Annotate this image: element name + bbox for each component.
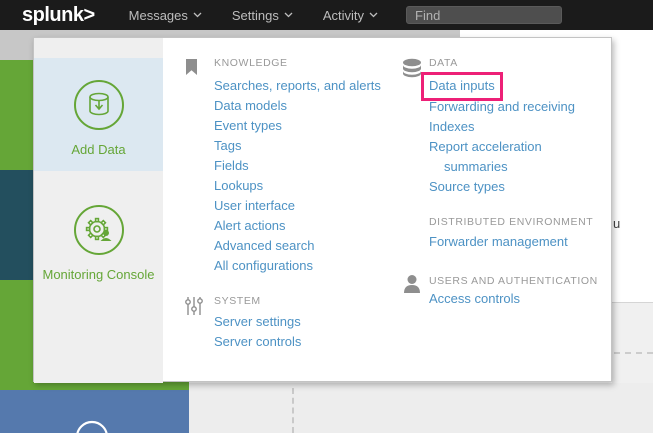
dashed-divider-horizontal bbox=[614, 352, 653, 354]
bookmark-icon bbox=[185, 59, 198, 76]
menu-item-server-settings[interactable]: Server settings bbox=[214, 312, 301, 332]
nav-settings-label: Settings bbox=[232, 8, 279, 23]
menu-item-user-interface[interactable]: User interface bbox=[214, 196, 381, 216]
page-bottom-area bbox=[189, 383, 653, 433]
menu-item-searches-reports-alerts[interactable]: Searches, reports, and alerts bbox=[214, 76, 381, 96]
data-inputs-label: Data inputs bbox=[429, 78, 495, 93]
menu-item-advanced-search[interactable]: Advanced search bbox=[214, 236, 381, 256]
page-tile-green-bottom bbox=[0, 280, 33, 383]
add-data-label: Add Data bbox=[71, 142, 125, 157]
menu-item-alert-actions[interactable]: Alert actions bbox=[214, 216, 381, 236]
section-header-users-authentication: USERS AND AUTHENTICATION bbox=[429, 273, 598, 289]
nav-activity[interactable]: Activity bbox=[323, 8, 378, 23]
database-icon bbox=[401, 58, 423, 78]
menu-item-event-types[interactable]: Event types bbox=[214, 116, 381, 136]
add-data-tile[interactable]: Add Data bbox=[34, 58, 163, 171]
splunk-logo[interactable]: splunk> bbox=[22, 4, 95, 27]
find-input[interactable] bbox=[406, 6, 562, 24]
page-tile-green-band bbox=[0, 382, 189, 390]
nav-settings[interactable]: Settings bbox=[232, 8, 293, 23]
tile-column-header bbox=[34, 38, 163, 58]
menu-item-report-acceleration-summaries[interactable]: Report acceleration summaries bbox=[429, 137, 545, 177]
settings-dropdown-menu: Add Data Monitoring C bbox=[33, 37, 612, 382]
page-tile-green-top bbox=[0, 60, 33, 170]
menu-item-fields[interactable]: Fields bbox=[214, 156, 381, 176]
menu-item-access-controls[interactable]: Access controls bbox=[429, 289, 520, 309]
headset-icon bbox=[60, 416, 130, 433]
menu-item-all-configurations[interactable]: All configurations bbox=[214, 256, 381, 276]
monitoring-console-label: Monitoring Console bbox=[42, 267, 154, 282]
menu-item-server-controls[interactable]: Server controls bbox=[214, 332, 301, 352]
menu-item-indexes[interactable]: Indexes bbox=[429, 117, 575, 137]
nav-activity-label: Activity bbox=[323, 8, 364, 23]
dashed-divider-vertical bbox=[292, 388, 294, 433]
page-right-area bbox=[612, 30, 653, 302]
page-tile-blue bbox=[0, 390, 189, 433]
add-data-icon bbox=[73, 79, 125, 131]
section-header-data: DATA bbox=[429, 55, 458, 71]
section-header-system: SYSTEM bbox=[214, 293, 261, 309]
menu-item-source-types[interactable]: Source types bbox=[429, 177, 575, 197]
chevron-down-icon bbox=[369, 12, 378, 18]
user-icon bbox=[403, 274, 421, 293]
menu-item-forwarding-receiving[interactable]: Forwarding and receiving bbox=[429, 97, 575, 117]
monitoring-console-tile[interactable]: Monitoring Console bbox=[34, 171, 163, 383]
chevron-down-icon bbox=[284, 12, 293, 18]
section-header-distributed-environment: DISTRIBUTED ENVIRONMENT bbox=[429, 214, 593, 230]
menu-item-tags[interactable]: Tags bbox=[214, 136, 381, 156]
obscured-page-text: u bbox=[613, 216, 620, 231]
page-right-panel bbox=[612, 302, 653, 383]
menu-item-data-models[interactable]: Data models bbox=[214, 96, 381, 116]
monitoring-console-icon bbox=[73, 204, 125, 256]
page-secondary-bar-left bbox=[0, 39, 33, 60]
sliders-icon bbox=[184, 296, 204, 316]
top-nav-bar: splunk> Messages Settings Activity bbox=[0, 0, 653, 30]
menu-item-data-inputs[interactable]: Data inputs bbox=[429, 76, 575, 97]
nav-messages[interactable]: Messages bbox=[129, 8, 202, 23]
chevron-down-icon bbox=[193, 12, 202, 18]
menu-item-lookups[interactable]: Lookups bbox=[214, 176, 381, 196]
nav-messages-label: Messages bbox=[129, 8, 188, 23]
page-tile-teal bbox=[0, 170, 33, 280]
menu-item-forwarder-management[interactable]: Forwarder management bbox=[429, 232, 568, 252]
section-header-knowledge: KNOWLEDGE bbox=[214, 55, 288, 71]
